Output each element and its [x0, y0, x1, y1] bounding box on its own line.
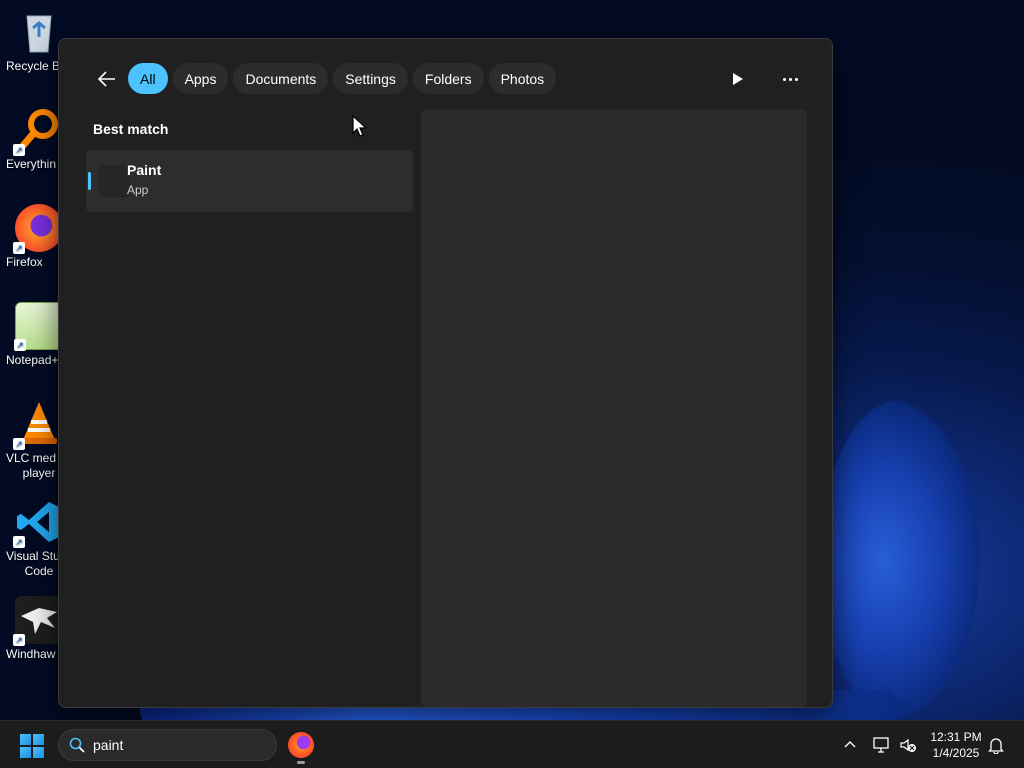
result-preview-pane — [421, 109, 807, 707]
filter-tab-folders[interactable]: Folders — [412, 63, 484, 94]
shortcut-arrow-icon: ↗ — [13, 242, 25, 254]
volume-muted-icon — [900, 738, 916, 752]
filter-tab-documents[interactable]: Documents — [233, 63, 329, 94]
vscode-icon: ↗ — [13, 498, 63, 548]
filter-tab-settings[interactable]: Settings — [333, 63, 408, 94]
network-icon — [873, 737, 889, 753]
result-name: Paint — [127, 162, 162, 178]
shortcut-arrow-icon: ↗ — [14, 339, 26, 351]
clock-time: 12:31 PM — [930, 730, 982, 744]
taskbar-firefox-icon[interactable] — [288, 732, 314, 758]
everything-search-icon: ↗ — [13, 106, 63, 156]
selection-indicator — [88, 172, 91, 190]
chevron-up-icon — [844, 741, 856, 748]
filter-tab-all[interactable]: All — [128, 63, 168, 94]
result-type: App — [127, 183, 149, 197]
search-filter-tabs: All Apps Documents Settings Folders Phot… — [128, 63, 557, 94]
start-button[interactable] — [20, 734, 44, 758]
windhawk-icon: ↗ — [13, 596, 63, 646]
vlc-icon: ↗ — [13, 400, 63, 450]
taskbar-clock[interactable]: 12:31 PM 1/4/2025 — [926, 729, 986, 761]
taskbar: 12:31 PM 1/4/2025 — [0, 720, 1024, 768]
paint-app-icon — [98, 165, 130, 197]
notepad-plus-plus-icon: ↗ — [14, 302, 63, 351]
shortcut-arrow-icon: ↗ — [13, 438, 25, 450]
search-input[interactable] — [93, 737, 243, 753]
shortcut-arrow-icon: ↗ — [13, 144, 25, 156]
firefox-icon: ↗ — [13, 204, 63, 254]
filter-tab-apps[interactable]: Apps — [172, 63, 229, 94]
network-status-button[interactable] — [872, 721, 892, 768]
best-match-result[interactable]: Paint App — [86, 150, 413, 212]
shortcut-arrow-icon: ↗ — [13, 634, 25, 646]
wallpaper-swirl — [820, 400, 980, 720]
filter-tab-photos[interactable]: Photos — [488, 63, 557, 94]
clock-date: 1/4/2025 — [932, 746, 980, 760]
play-icon — [733, 73, 743, 85]
more-options-button[interactable] — [778, 67, 802, 91]
search-icon — [69, 737, 85, 753]
back-button[interactable] — [93, 65, 121, 93]
show-hidden-icons-button[interactable] — [842, 721, 858, 768]
notifications-button[interactable] — [988, 721, 1004, 768]
volume-button[interactable] — [899, 721, 917, 768]
running-indicator — [297, 761, 305, 764]
play-button[interactable] — [726, 67, 750, 91]
taskbar-search-box[interactable] — [58, 729, 277, 761]
more-dots-icon — [782, 77, 798, 81]
search-flyout: All Apps Documents Settings Folders Phot… — [58, 38, 833, 708]
shortcut-arrow-icon: ↗ — [13, 536, 25, 548]
recycle-bin-icon — [15, 8, 63, 56]
mouse-cursor-icon — [352, 115, 366, 137]
back-arrow-icon — [97, 71, 115, 87]
bell-icon — [988, 738, 1004, 754]
windows-logo-icon — [20, 734, 31, 745]
best-match-heading: Best match — [93, 121, 169, 137]
